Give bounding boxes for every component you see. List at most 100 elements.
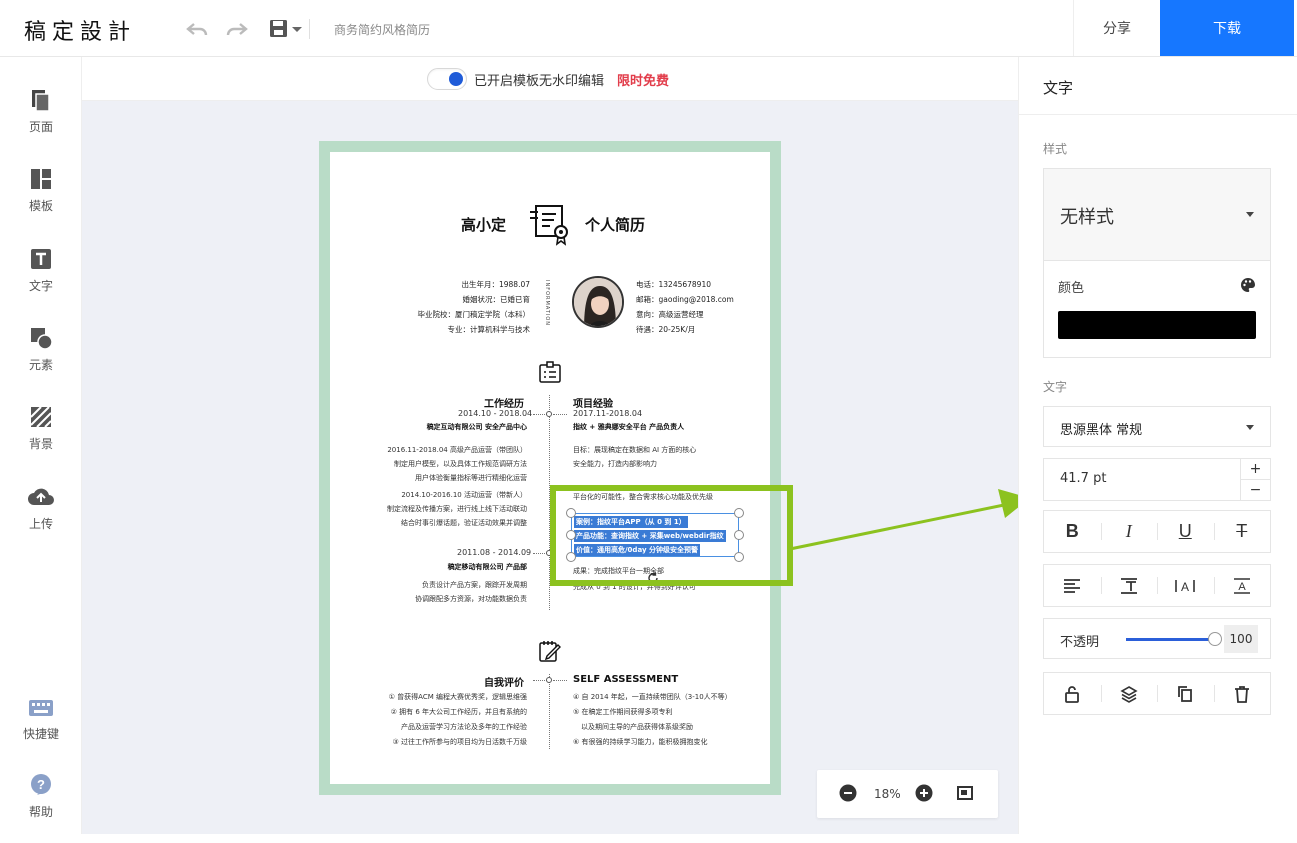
sidebar-item-shortcuts[interactable]: 快捷键 [0, 697, 82, 767]
personal-info-right[interactable]: 电话：13245678910 邮箱：gaoding@2018.com 意向：高级… [636, 277, 766, 337]
text-line: 制定用户模型，以及具体工作规范调研方法 [394, 460, 527, 468]
timeline-connector [553, 414, 567, 415]
sidebar-item-text[interactable]: 文字 [0, 247, 82, 317]
highlight-annotation [550, 485, 793, 586]
text-line: 用户体验衡量指标等进行精细化运营 [415, 474, 527, 482]
text-line: ① 曾获得ACM 编程大赛优秀奖，逻辑思维强 [388, 693, 527, 701]
zoom-control: 18% [817, 770, 998, 818]
letter-spacing-button[interactable]: A [1157, 565, 1214, 606]
sidebar-item-help[interactable]: ? 帮助 [0, 773, 82, 843]
text-layout-toolbar: A A [1043, 564, 1271, 607]
underline-button[interactable]: U [1157, 511, 1214, 552]
opacity-value[interactable]: 100 [1224, 625, 1258, 653]
font-size-stepper[interactable]: 41.7 pt + − [1043, 458, 1271, 501]
information-label[interactable]: INFORMATION [544, 280, 550, 326]
avatar[interactable] [572, 276, 624, 328]
self-assessment-right[interactable]: ④ 自 2014 年起，一直持续带团队（3-10人不等） ⑤ 在稿定工作期间获得… [573, 690, 732, 750]
svg-text:?: ? [37, 777, 45, 792]
underline-icon: U [1178, 521, 1192, 541]
left-sidebar: 页面 模板 文字 元素 背景 上传 快捷键 ? 帮助 [0, 57, 82, 834]
line-height-button[interactable] [1100, 565, 1158, 606]
app-logo[interactable]: 稿定設計 [24, 14, 136, 46]
self-assessment-left[interactable]: ① 曾获得ACM 编程大赛优秀奖，逻辑思维强 ② 拥有 6 年大公司工作经历，并… [350, 690, 527, 750]
work-detail-block[interactable]: 2016.11-2018.04 高级产品运营（带团队） 制定用户模型，以及具体工… [360, 443, 527, 485]
company-name[interactable]: 稿定移动有限公司 产品部 [360, 560, 527, 574]
resume-page[interactable]: 高小定 个人简历 出生年月：1988.07 婚姻状况：已婚已育 毕业院校：厦门稿… [330, 152, 770, 784]
layer-actions-toolbar [1043, 672, 1271, 715]
opacity-slider-track[interactable] [1126, 638, 1214, 641]
sidebar-item-pages[interactable]: 页面 [0, 88, 82, 158]
resume-title[interactable]: 个人简历 [585, 214, 645, 235]
line-height-icon [1120, 577, 1137, 594]
watermark-toggle[interactable] [427, 68, 467, 90]
project-date[interactable]: 2017.11-2018.04 [573, 409, 642, 418]
sidebar-item-elements[interactable]: 元素 [0, 326, 82, 396]
sidebar-item-label: 模板 [28, 199, 53, 213]
document-title[interactable]: 商务简约风格简历 [334, 21, 430, 38]
work-section-title[interactable]: 工作经历 [484, 395, 524, 410]
editor-canvas[interactable]: 已开启模板无水印编辑 限时免费 高小定 个人简历 出生年月：1988.07 婚姻… [82, 57, 1018, 834]
panel-title: 文字 [1043, 79, 1074, 97]
font-size-value[interactable]: 41.7 pt [1060, 471, 1106, 486]
redo-icon[interactable] [225, 17, 249, 41]
fit-screen-icon[interactable] [956, 784, 974, 802]
download-button[interactable]: 下载 [1160, 0, 1294, 56]
sidebar-item-label: 背景 [28, 437, 53, 451]
undo-icon[interactable] [185, 17, 209, 41]
resume-page-frame: 高小定 个人简历 出生年月：1988.07 婚姻状况：已婚已育 毕业院校：厦门稿… [319, 141, 781, 795]
layer-order-button[interactable] [1100, 673, 1158, 714]
sidebar-item-label: 帮助 [28, 805, 53, 819]
sidebar-item-background[interactable]: 背景 [0, 405, 82, 475]
id-card-icon[interactable] [538, 360, 562, 384]
zoom-level[interactable]: 18% [874, 787, 901, 801]
timeline-line [549, 674, 550, 749]
resume-name[interactable]: 高小定 [461, 214, 506, 235]
background-icon [30, 406, 52, 428]
italic-button[interactable]: I [1100, 511, 1158, 552]
project-section-title[interactable]: 项目经验 [573, 395, 613, 410]
text-line: ② 拥有 6 年大公司工作经历，并且有系统的 [390, 708, 527, 716]
project-role[interactable]: 指纹 + 雅典娜安全平台 产品负责人 [573, 420, 684, 434]
bold-button[interactable]: B [1044, 511, 1101, 552]
sidebar-item-templates[interactable]: 模板 [0, 167, 82, 237]
work-detail-block[interactable]: 负责设计产品方案，跟踪开发周期 协调跟配多方资源，对功能数据负责 [360, 578, 527, 606]
duplicate-button[interactable] [1157, 673, 1214, 714]
svg-text:A: A [1238, 581, 1246, 593]
sidebar-item-label: 快捷键 [22, 727, 59, 741]
strikethrough-button[interactable]: T [1213, 511, 1271, 552]
edit-note-icon[interactable] [538, 639, 562, 663]
project-detail-block[interactable]: 目标：展现稿定在数据和 AI 方面的核心 安全能力，打造内部影响力 [573, 443, 696, 471]
decrease-size-button[interactable]: − [1241, 479, 1270, 499]
share-button[interactable]: 分享 [1073, 0, 1160, 56]
text-line: ⑥ 有很强的持续学习能力，能积极拥抱变化 [573, 738, 708, 746]
work-detail-block[interactable]: 2014.10-2016.10 活动运营（带新人） 制定流程及传播方案，进行线上… [360, 488, 527, 530]
font-family-select[interactable]: 思源黑体 常规 [1043, 406, 1271, 447]
delete-button[interactable] [1213, 673, 1271, 714]
certificate-icon[interactable] [526, 202, 574, 246]
opacity-slider-handle[interactable] [1208, 632, 1222, 646]
lock-button[interactable] [1044, 673, 1101, 714]
vertical-align-button[interactable]: A [1213, 565, 1271, 606]
text-line: ④ 自 2014 年起，一直持续带团队（3-10人不等） [573, 693, 732, 701]
align-button[interactable] [1044, 565, 1101, 606]
work-date[interactable]: 2011.08 - 2014.09 [457, 548, 531, 557]
copy-icon [1178, 685, 1193, 702]
color-swatch[interactable] [1058, 311, 1256, 339]
text-line: 协调跟配多方资源，对功能数据负责 [415, 595, 527, 603]
increase-size-button[interactable]: + [1241, 459, 1270, 479]
self-assessment-title[interactable]: 自我评价 [484, 674, 524, 689]
unlock-icon [1065, 685, 1080, 703]
personal-info-left[interactable]: 出生年月：1988.07 婚姻状况：已婚已育 毕业院校：厦门稿定学院（本科） 专… [390, 277, 531, 337]
color-label: 颜色 [1058, 281, 1085, 296]
sidebar-item-upload[interactable]: 上传 [0, 485, 82, 555]
save-dropdown-icon[interactable] [268, 17, 308, 41]
zoom-out-icon[interactable] [839, 784, 857, 802]
self-assessment-title-en[interactable]: SELF ASSESSMENT [573, 674, 678, 685]
text-line: 制定流程及传播方案，进行线上线下活动联动 [387, 505, 527, 513]
company-name[interactable]: 稿定互动有限公司 安全产品中心 [360, 420, 527, 434]
palette-icon[interactable] [1240, 277, 1256, 293]
work-date[interactable]: 2014.10 - 2018.04 [458, 409, 532, 418]
style-dropdown[interactable]: 无样式 [1044, 169, 1270, 261]
info-line: 婚姻状况：已婚已育 [462, 295, 531, 304]
zoom-in-icon[interactable] [915, 784, 933, 802]
